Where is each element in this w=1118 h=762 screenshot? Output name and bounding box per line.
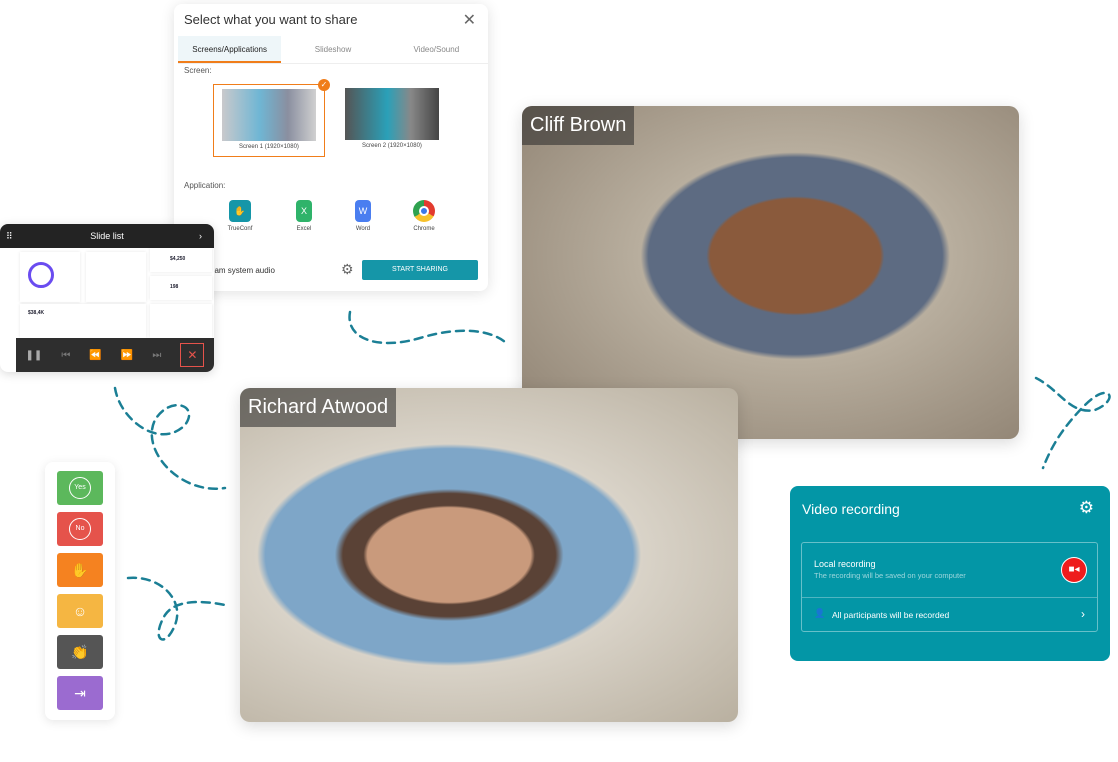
close-icon[interactable]: ✕ — [180, 343, 205, 367]
chrome-icon — [413, 200, 435, 222]
participant-name: Richard Atwood — [240, 388, 397, 427]
trueconf-icon: ✋ — [229, 200, 251, 222]
start-sharing-button[interactable]: START SHARING — [362, 260, 478, 280]
raise-hand-icon: ✋ — [71, 561, 89, 578]
app-label: Excel — [296, 226, 312, 232]
pause-icon[interactable]: ❚❚ — [26, 350, 43, 361]
yes-button[interactable]: Yes — [57, 471, 103, 505]
app-word[interactable]: W Word — [343, 200, 383, 232]
slide-thumbnail[interactable] — [20, 252, 80, 302]
rewind-icon[interactable]: ⏪ — [89, 350, 101, 361]
excel-icon: X — [296, 200, 312, 222]
first-slide-icon[interactable]: ⏮ — [61, 350, 70, 361]
word-icon: W — [355, 200, 371, 222]
screen-label: Screen 1 (1920×1080) — [239, 144, 299, 150]
screen-preview — [222, 89, 316, 141]
slide-list-panel: ⠿ Slide list › $4,250 198 $38,4K ❚❚ ⏮ ⏪ ⏩ … — [0, 224, 214, 372]
reactions-panel: Yes No ✋ ☺ 👏 ⇥ — [45, 462, 115, 720]
app-label: TrueConf — [227, 226, 253, 232]
gear-icon[interactable]: ⚙ — [1079, 498, 1094, 518]
tab-video-sound[interactable]: Video/Sound — [385, 36, 488, 63]
system-audio-label: eam system audio — [210, 266, 275, 275]
slide-thumbnail[interactable]: 198 — [150, 276, 212, 300]
user-settings-icon: 👤 — [814, 608, 826, 618]
no-label: No — [69, 518, 91, 540]
gear-icon[interactable]: ⚙ — [341, 261, 354, 278]
close-icon[interactable]: ✕ — [463, 10, 476, 30]
slide-list-title: Slide list — [90, 231, 124, 241]
participant-name: Cliff Brown — [522, 106, 635, 145]
slide-thumbnail[interactable]: $38,4K — [20, 304, 146, 338]
applause-icon: 👏 — [71, 643, 89, 660]
app-excel[interactable]: X Excel — [284, 200, 324, 232]
record-button[interactable]: ■◂ — [1061, 557, 1087, 583]
exit-button[interactable]: ⇥ — [57, 676, 103, 710]
chevron-right-icon[interactable]: › — [199, 224, 202, 248]
exit-icon: ⇥ — [74, 684, 86, 701]
last-slide-icon[interactable]: ⏭ — [152, 350, 161, 361]
recording-title: Video recording — [802, 501, 900, 517]
check-icon: ✓ — [318, 79, 330, 91]
participants-recorded-row[interactable]: 👤 All participants will be recorded › — [802, 598, 1097, 632]
participant-video-richard-atwood: Richard Atwood — [240, 388, 738, 722]
local-recording-title: Local recording — [814, 559, 876, 569]
screen-1-option[interactable]: Screen 1 (1920×1080) ✓ — [213, 79, 330, 157]
smile-icon: ☺ — [72, 603, 88, 619]
yes-label: Yes — [69, 477, 91, 499]
application-label: Application: — [184, 181, 226, 190]
app-chrome[interactable]: Chrome — [404, 200, 444, 232]
screen-preview — [345, 88, 439, 140]
drag-handle-icon[interactable]: ⠿ — [6, 224, 13, 248]
slide-thumbnail[interactable] — [86, 252, 146, 302]
chevron-right-icon: › — [1081, 607, 1085, 621]
tab-slideshow[interactable]: Slideshow — [281, 36, 384, 63]
raise-hand-button[interactable]: ✋ — [57, 553, 103, 587]
slide-thumbnail[interactable] — [150, 304, 212, 338]
screen-label: Screen: — [184, 66, 212, 75]
no-button[interactable]: No — [57, 512, 103, 546]
screen-2-option[interactable]: Screen 2 (1920×1080) — [336, 84, 448, 157]
tab-screens-applications[interactable]: Screens/Applications — [178, 36, 282, 63]
slide-thumbnail[interactable]: $4,250 — [150, 248, 212, 272]
app-label: Word — [355, 226, 371, 232]
app-label: Chrome — [413, 226, 435, 232]
app-trueconf[interactable]: ✋ TrueConf — [220, 200, 260, 232]
dialog-title: Select what you want to share — [184, 12, 358, 27]
smile-button[interactable]: ☺ — [57, 594, 103, 628]
applause-button[interactable]: 👏 — [57, 635, 103, 669]
screen-label: Screen 2 (1920×1080) — [362, 143, 422, 149]
participants-recorded-text: All participants will be recorded — [832, 610, 950, 620]
video-recording-panel: Video recording ⚙ Local recording The re… — [790, 486, 1110, 661]
share-dialog: Select what you want to share ✕ Screens/… — [174, 4, 488, 291]
fast-forward-icon[interactable]: ⏩ — [121, 350, 133, 361]
local-recording-subtitle: The recording will be saved on your comp… — [814, 571, 966, 580]
